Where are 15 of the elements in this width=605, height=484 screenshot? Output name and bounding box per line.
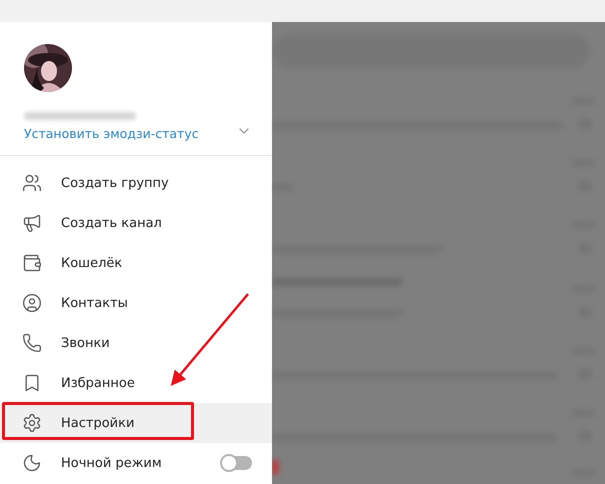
menu-label: Контакты (61, 296, 129, 310)
emoji-status-link[interactable]: Установить эмодзи-статус (24, 126, 199, 141)
menu-label: Кошелёк (61, 256, 124, 270)
menu-label: Звонки (61, 336, 111, 350)
menu-label: Избранное (61, 376, 136, 390)
menu-icon (22, 253, 44, 273)
menu-label: Создать группу (61, 176, 170, 190)
menu-label: Ночной режим (61, 456, 163, 470)
menu-icon (22, 173, 44, 193)
menu-item[interactable]: Настройки (0, 403, 272, 443)
menu-label: Создать канал (61, 216, 163, 230)
menu-icon (22, 333, 44, 353)
night-mode-switch[interactable] (222, 456, 252, 470)
menu-icon (22, 293, 44, 313)
menu-label: Настройки (61, 416, 136, 430)
